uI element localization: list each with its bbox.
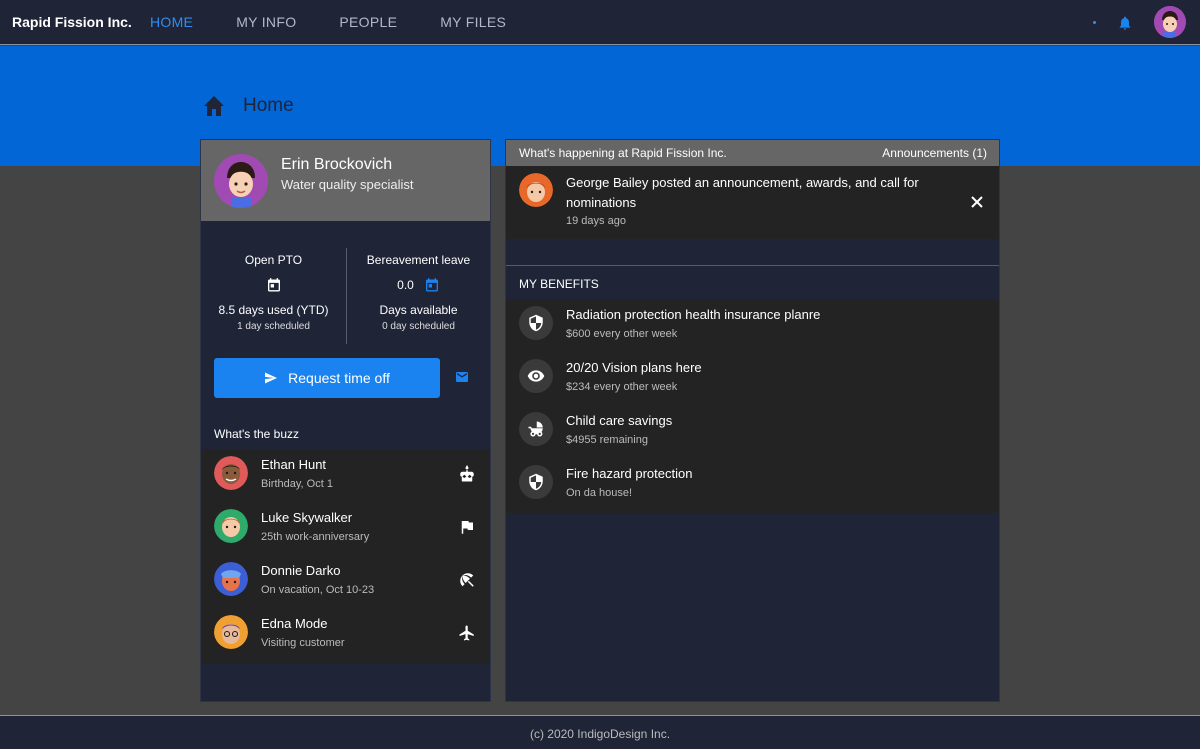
nav-people[interactable]: PEOPLE [339, 14, 397, 30]
benefit-detail: $234 every other week [566, 381, 678, 393]
benefit-name: 20/20 Vision plans here [566, 360, 702, 375]
close-icon[interactable] [970, 195, 984, 209]
benefits-label: MY BENEFITS [519, 277, 599, 291]
buzz-name: Ethan Hunt [261, 457, 327, 472]
stroller-icon [519, 412, 553, 446]
benefit-detail: $600 every other week [566, 328, 678, 340]
brand-name: Rapid Fission Inc. [12, 14, 132, 30]
send-icon [265, 372, 278, 384]
indicator-dot [1093, 21, 1096, 24]
buzz-name: Edna Mode [261, 616, 328, 631]
footer-text: (c) 2020 IndigoDesign Inc. [529, 727, 671, 741]
request-time-off-label: Request time off [288, 370, 390, 386]
main-nav: HOME MY INFO PEOPLE MY FILES [150, 14, 549, 30]
footer: (c) 2020 IndigoDesign Inc. [0, 715, 1200, 749]
benefit-name: Fire hazard protection [566, 466, 693, 481]
calendar-icon [267, 277, 280, 291]
eye-icon [519, 359, 553, 393]
profile-name: Erin Brockovich [281, 156, 393, 173]
divider [506, 265, 999, 266]
buzz-detail: On vacation, Oct 10-23 [261, 584, 375, 596]
airplane-icon [459, 625, 474, 641]
avatar [214, 562, 248, 596]
open-pto-panel: Open PTO 8.5 days used (YTD) 1 day sched… [201, 253, 346, 332]
beach-umbrella-icon [460, 573, 474, 587]
list-item[interactable]: Fire hazard protection On da house! [506, 458, 999, 511]
benefits-list: Radiation protection health insurance pl… [506, 299, 999, 513]
open-pto-scheduled: 1 day scheduled [237, 321, 310, 332]
open-pto-used: 8.5 days used (YTD) [218, 303, 329, 317]
company-news-card: What's happening at Rapid Fission Inc. A… [505, 139, 1000, 702]
bereavement-title: Bereavement leave [366, 253, 471, 267]
profile-avatar [214, 154, 268, 208]
benefit-name: Child care savings [566, 413, 673, 428]
avatar [214, 509, 248, 543]
announcement-text: George Bailey posted an announcement, aw… [566, 175, 919, 210]
buzz-detail: Visiting customer [261, 637, 345, 649]
profile-card: Erin Brockovich Water quality specialist… [200, 139, 491, 702]
buzz-detail: Birthday, Oct 1 [261, 478, 333, 490]
announcement-time: 19 days ago [566, 215, 626, 227]
benefit-detail: On da house! [566, 487, 633, 499]
user-avatar[interactable] [1154, 6, 1186, 38]
list-item[interactable]: Donnie Darko On vacation, Oct 10-23 [201, 555, 490, 608]
bereavement-panel: Bereavement leave 0.0 Days available 0 d… [346, 253, 490, 332]
shield-icon [519, 465, 553, 499]
announcement-item[interactable]: George Bailey posted an announcement, aw… [506, 166, 999, 239]
avatar [214, 615, 248, 649]
page-title: Home [243, 95, 294, 116]
list-item[interactable]: 20/20 Vision plans here $234 every other… [506, 352, 999, 405]
avatar [214, 456, 248, 490]
mail-icon[interactable] [456, 372, 468, 382]
bereavement-scheduled: 0 day scheduled [382, 321, 455, 332]
open-pto-title: Open PTO [244, 253, 303, 267]
cake-icon [460, 465, 474, 482]
shield-icon [519, 306, 553, 340]
profile-header: Erin Brockovich Water quality specialist [201, 140, 490, 221]
nav-my-info[interactable]: MY INFO [236, 14, 296, 30]
top-app-bar: Rapid Fission Inc. HOME MY INFO PEOPLE M… [0, 0, 1200, 45]
buzz-name: Luke Skywalker [261, 510, 353, 525]
bereavement-value: 0.0 [397, 278, 414, 292]
announcements-count[interactable]: Announcements (1) [882, 146, 987, 160]
list-item[interactable]: Ethan Hunt Birthday, Oct 1 [201, 449, 490, 502]
benefit-detail: $4955 remaining [566, 434, 648, 446]
list-item[interactable]: Radiation protection health insurance pl… [506, 299, 999, 352]
buzz-label: What's the buzz [214, 427, 299, 441]
buzz-detail: 25th work-anniversary [261, 531, 370, 543]
list-item[interactable]: Edna Mode Visiting customer [201, 608, 490, 661]
profile-role: Water quality specialist [281, 177, 414, 192]
request-time-off-button[interactable]: Request time off [214, 358, 440, 398]
happening-header: What's happening at Rapid Fission Inc. A… [506, 140, 999, 166]
benefit-name: Radiation protection health insurance pl… [566, 307, 821, 322]
list-item[interactable]: Child care savings $4955 remaining [506, 405, 999, 458]
buzz-list: Ethan Hunt Birthday, Oct 1 Luke Skywalke… [201, 449, 490, 664]
buzz-name: Donnie Darko [261, 563, 341, 578]
nav-my-files[interactable]: MY FILES [440, 14, 506, 30]
happening-title: What's happening at Rapid Fission Inc. [519, 146, 727, 160]
list-item[interactable]: Luke Skywalker 25th work-anniversary [201, 502, 490, 555]
bereavement-available: Days available [379, 303, 458, 317]
nav-home[interactable]: HOME [150, 14, 193, 30]
flag-icon [461, 521, 473, 534]
calendar-icon[interactable] [424, 277, 440, 294]
avatar [519, 173, 553, 207]
home-icon [204, 96, 224, 116]
bell-icon[interactable] [1117, 14, 1133, 32]
